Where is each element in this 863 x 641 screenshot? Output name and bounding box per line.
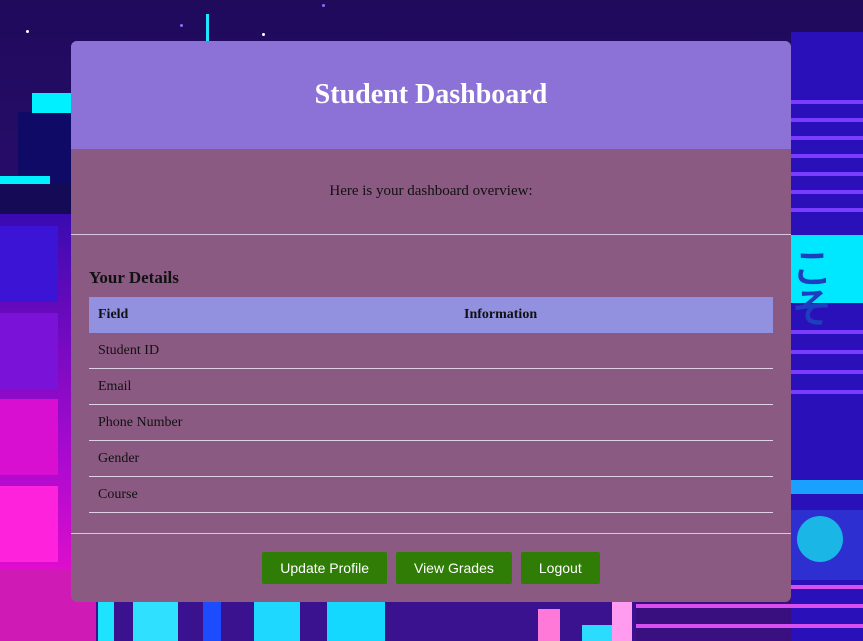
update-profile-button[interactable]: Update Profile [262,552,387,584]
field-student-id: Student ID [89,333,451,369]
field-gender: Gender [89,440,451,477]
info-course [451,476,773,513]
dashboard-card: Student Dashboard Here is your dashboard… [71,41,791,602]
logout-button[interactable]: Logout [520,552,600,584]
table-row: Student ID [89,333,773,369]
column-header-field: Field [89,297,451,333]
table-row: Gender [89,440,773,477]
table-row: Course [89,476,773,513]
details-table: Field Information Student ID Email Phone… [89,297,773,513]
action-buttons: Update Profile View Grades Logout [71,534,791,584]
info-student-id [451,333,773,369]
neon-sign-text: こそ [792,246,832,332]
info-email [451,368,773,405]
field-course: Course [89,476,451,513]
view-grades-button[interactable]: View Grades [395,552,512,584]
page-title: Student Dashboard [314,79,548,110]
table-row: Email [89,368,773,405]
details-section: Your Details Field Information Student I… [71,235,791,534]
info-phone-number [451,404,773,441]
column-header-information: Information [451,297,773,333]
field-phone-number: Phone Number [89,404,451,441]
table-row: Phone Number [89,404,773,441]
info-gender [451,440,773,477]
field-email: Email [89,368,451,405]
overview-section: Here is your dashboard overview: [71,149,791,235]
overview-text: Here is your dashboard overview: [329,183,533,199]
table-header-row: Field Information [89,297,773,333]
details-heading: Your Details [89,268,179,287]
dashboard-header: Student Dashboard [71,41,791,149]
